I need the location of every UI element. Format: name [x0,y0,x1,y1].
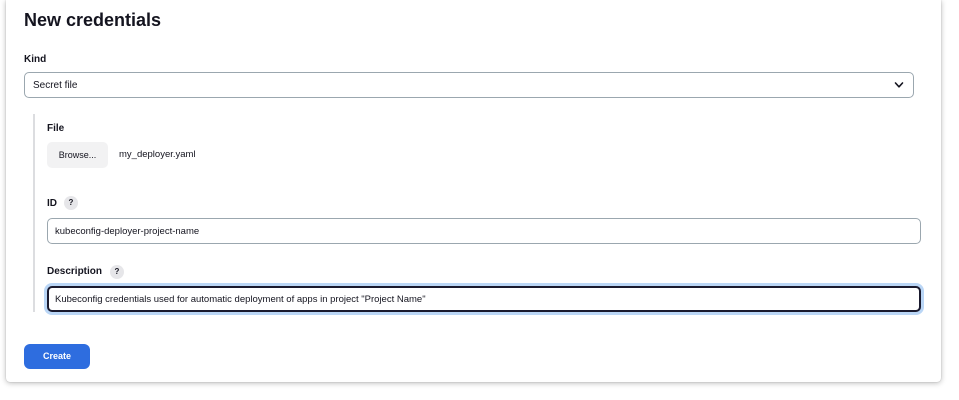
id-label: ID [47,198,57,209]
file-label: File [47,123,65,134]
id-input[interactable] [47,218,921,244]
kind-select[interactable]: Secret file [24,72,914,98]
id-help-icon[interactable]: ? [64,196,78,210]
chevron-down-icon [894,82,904,88]
description-input[interactable] [47,286,921,312]
browse-button[interactable]: Browse... [47,142,108,168]
nested-section-divider [33,114,35,312]
page-title: New credentials [24,10,162,30]
description-label: Description [47,266,103,277]
kind-label: Kind [24,54,47,65]
description-help-icon[interactable]: ? [110,265,124,279]
kind-select-value: Secret file [33,80,78,91]
selected-file-name: my_deployer.yaml [119,149,196,160]
create-button[interactable]: Create [24,344,90,369]
credentials-form-card: New credentials Kind Secret file File Br… [6,0,941,382]
